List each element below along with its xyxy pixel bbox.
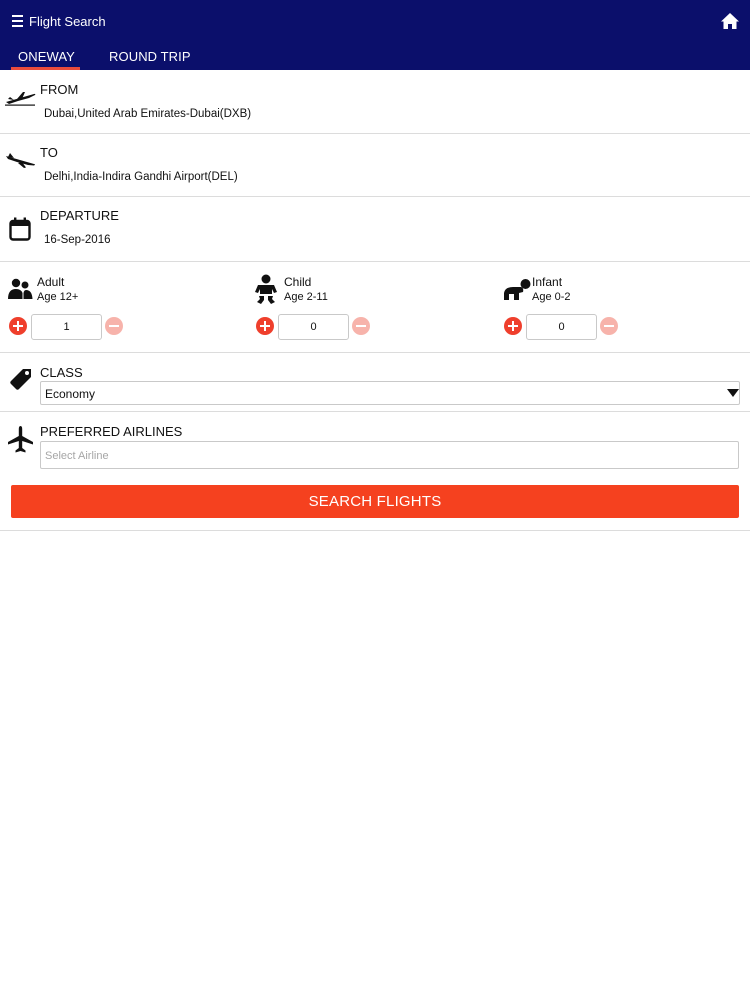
child-increment-button[interactable] — [256, 317, 274, 335]
top-app-bar: Flight Search ONEWAY ROUND TRIP — [0, 0, 750, 70]
tab-round-trip[interactable]: ROUND TRIP — [109, 49, 191, 64]
child-count-field[interactable]: 0 — [278, 314, 349, 340]
search-flights-button[interactable]: SEARCH FLIGHTS — [11, 485, 739, 518]
page-title: Flight Search — [29, 14, 106, 29]
airlines-label: PREFERRED AIRLINES — [40, 424, 183, 439]
divider — [0, 411, 750, 412]
divider — [0, 133, 750, 134]
infant-increment-button[interactable] — [504, 317, 522, 335]
adult-count-field[interactable]: 1 — [31, 314, 102, 340]
hamburger-menu-icon[interactable] — [12, 15, 23, 27]
to-value[interactable]: Delhi,India-Indira Gandhi Airport(DEL) — [44, 171, 238, 183]
tag-icon — [10, 369, 31, 390]
infant-age: Age 0-2 — [532, 291, 571, 303]
adult-icon — [8, 278, 33, 299]
airplane-icon — [8, 426, 33, 453]
departure-date[interactable]: 16-Sep-2016 — [44, 234, 111, 246]
divider — [0, 352, 750, 353]
plane-landing-icon — [6, 153, 35, 168]
infant-label: Infant — [532, 275, 563, 289]
tab-oneway[interactable]: ONEWAY — [18, 49, 75, 64]
class-select[interactable]: Economy — [40, 381, 740, 405]
from-label: FROM — [40, 82, 79, 97]
active-tab-indicator — [11, 67, 80, 70]
chevron-down-icon[interactable] — [727, 389, 739, 397]
infant-count-field[interactable]: 0 — [526, 314, 597, 340]
adult-label: Adult — [37, 275, 65, 289]
plane-takeoff-icon — [5, 92, 36, 106]
class-label: CLASS — [40, 365, 83, 380]
adult-decrement-button[interactable] — [105, 317, 123, 335]
adult-increment-button[interactable] — [9, 317, 27, 335]
child-icon — [255, 274, 277, 304]
airline-input[interactable]: Select Airline — [40, 441, 739, 469]
infant-icon — [504, 279, 531, 300]
home-icon[interactable] — [720, 12, 740, 30]
divider — [0, 261, 750, 262]
infant-decrement-button[interactable] — [600, 317, 618, 335]
departure-label: DEPARTURE — [40, 208, 119, 223]
calendar-icon — [9, 217, 31, 241]
child-age: Age 2-11 — [284, 291, 328, 303]
child-decrement-button[interactable] — [352, 317, 370, 335]
from-value[interactable]: Dubai,United Arab Emirates-Dubai(DXB) — [44, 108, 251, 120]
divider — [0, 530, 750, 531]
adult-age: Age 12+ — [37, 291, 79, 303]
child-label: Child — [284, 275, 312, 289]
divider — [0, 196, 750, 197]
to-label: TO — [40, 145, 58, 160]
